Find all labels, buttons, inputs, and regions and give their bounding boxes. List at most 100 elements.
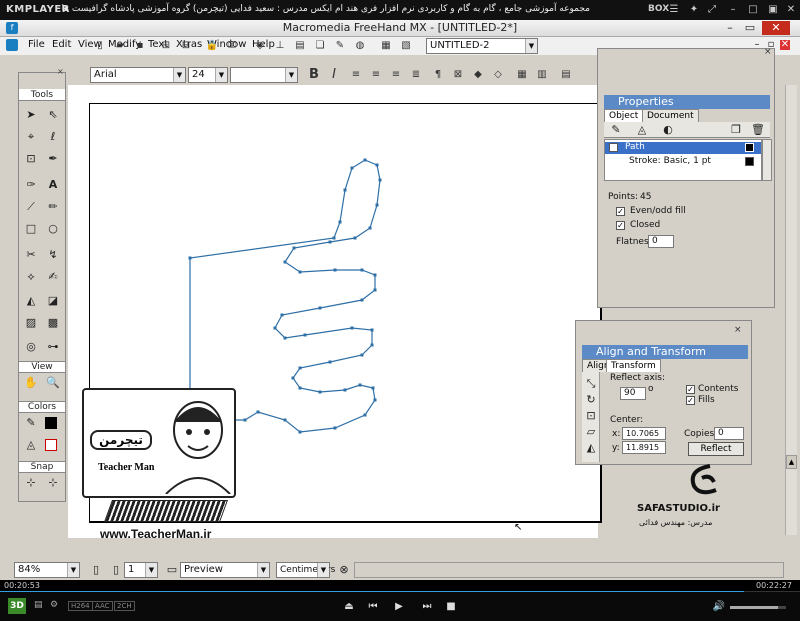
closed-label: Closed — [630, 220, 661, 230]
x-label: x: — [612, 429, 621, 439]
eject-icon[interactable]: ⏏ — [342, 600, 356, 614]
center-y-field[interactable]: 11.8915 — [622, 441, 666, 454]
degree-unit: o — [648, 384, 654, 394]
checkbox — [609, 143, 618, 152]
prev-page-icon[interactable]: ▯ — [88, 562, 104, 578]
volume-slider[interactable] — [730, 606, 786, 609]
path-point — [298, 366, 302, 370]
path-point — [358, 383, 362, 387]
page-number: 1 — [128, 564, 135, 575]
teacherman-site: www.TeacherMan.ir — [100, 527, 212, 541]
tab-document[interactable]: Document — [642, 109, 699, 122]
tab-object[interactable]: Object — [604, 109, 644, 122]
color-swatch — [745, 143, 754, 152]
tab-transform[interactable]: Transform — [606, 359, 661, 372]
codec-2ch: 2CH — [114, 601, 135, 611]
path-point — [283, 260, 287, 264]
skew-icon[interactable]: ▱ — [583, 424, 599, 440]
play-icon[interactable]: ▶ — [392, 600, 406, 614]
mouse-cursor-icon: ↖ — [514, 522, 523, 533]
path-point — [338, 220, 342, 224]
previous-icon[interactable]: ⏮ — [366, 600, 380, 614]
scroll-thumb[interactable]: ▲ — [786, 455, 797, 469]
path-point — [363, 158, 367, 162]
keyboard-graphic — [103, 500, 229, 522]
safastudio-teacher: مدرس: مهندس فدائی — [639, 518, 713, 527]
fills-label: Fills — [698, 395, 715, 405]
logo-english-text: Teacher Man — [98, 462, 155, 473]
playlist-icon[interactable]: ▤ — [34, 600, 43, 610]
points-value: 45 — [640, 192, 652, 202]
path-point — [318, 306, 322, 310]
reflect-button[interactable]: Reflect — [688, 442, 744, 456]
chevron-down-icon: ▼ — [145, 563, 157, 577]
path-point — [343, 188, 347, 192]
trash-icon[interactable]: 🗑 — [750, 122, 766, 138]
volume-level — [730, 606, 778, 609]
add-stroke-icon[interactable]: ✎ — [608, 122, 624, 138]
list-scrollbar[interactable] — [762, 139, 772, 181]
contents-checkbox[interactable]: ✓ — [686, 385, 695, 394]
rotate-icon[interactable]: ↻ — [583, 392, 599, 408]
time-elapsed: 00:20:53 — [4, 581, 40, 590]
path-point — [343, 388, 347, 392]
path-point — [283, 418, 287, 422]
chevron-down-icon: ▼ — [317, 563, 329, 577]
path-point — [373, 273, 377, 277]
reflect-axis-field[interactable]: 90 — [620, 387, 646, 400]
properties-panel: × Properties Object Document ✎ ◬ ◐ ❐ 🗑 P… — [597, 47, 775, 308]
view-mode-select[interactable]: Preview ▼ — [180, 562, 270, 578]
path-point — [292, 246, 296, 250]
panel-close-icon[interactable]: × — [764, 47, 772, 57]
path-point — [370, 343, 374, 347]
teacher-logo: تیچرمن Teacher Man — [82, 388, 236, 498]
units-select[interactable]: Centimeters ▼ — [276, 562, 335, 578]
codec-aac: AAC — [92, 601, 113, 611]
center-x-field[interactable]: 10.7065 — [622, 427, 666, 440]
path-point — [298, 386, 302, 390]
page-icon[interactable]: ▯ — [108, 562, 124, 578]
panel-close-icon[interactable]: × — [734, 325, 742, 335]
codec-h264: H264 — [68, 601, 93, 611]
copies-field[interactable]: 0 — [714, 427, 744, 440]
zoom-select[interactable]: 84% ▼ — [14, 562, 80, 578]
evenodd-label: Even/odd fill — [630, 206, 686, 216]
path-point — [350, 166, 354, 170]
scale-icon[interactable]: ⊡ — [583, 408, 599, 424]
3d-badge[interactable]: 3D — [8, 598, 26, 614]
reflect-icon[interactable]: ◭ — [583, 440, 599, 456]
cancel-icon[interactable]: ⊗ — [336, 562, 352, 578]
fills-checkbox[interactable]: ✓ — [686, 396, 695, 405]
path-point — [373, 398, 377, 402]
list-item-stroke[interactable]: Stroke: Basic, 1 pt — [605, 156, 761, 168]
path-point — [371, 386, 375, 390]
path-point — [360, 353, 364, 357]
path-point — [318, 390, 322, 394]
path-point — [328, 360, 332, 364]
list-item-path[interactable]: Path — [605, 142, 761, 154]
volume-icon[interactable]: 🔊 — [712, 600, 726, 614]
status-bar: 84% ▼ ▯ ▯ 1 ▼ ▭ Preview ▼ Centimeters ▼ ⊗ — [0, 538, 800, 580]
view-mode: Preview — [184, 564, 223, 575]
chevron-down-icon: ▼ — [67, 563, 79, 577]
closed-checkbox[interactable]: ✓ — [616, 221, 625, 230]
path-point — [283, 336, 287, 340]
path-point — [188, 256, 192, 260]
add-effect-icon[interactable]: ◐ — [660, 122, 676, 138]
add-fill-icon[interactable]: ◬ — [634, 122, 650, 138]
settings-icon[interactable]: ⚙ — [50, 600, 58, 610]
path-point — [328, 240, 332, 244]
evenodd-checkbox[interactable]: ✓ — [616, 207, 625, 216]
properties-title: Properties — [604, 95, 770, 109]
move-icon[interactable]: ⤡ — [583, 376, 599, 392]
stop-icon[interactable]: ■ — [444, 600, 458, 614]
path-point — [298, 270, 302, 274]
path-point — [373, 288, 377, 292]
vertical-scrollbar[interactable]: ▲ — [785, 85, 797, 535]
page-select[interactable]: 1 ▼ — [124, 562, 158, 578]
flatness-field[interactable]: 0 — [648, 235, 674, 248]
next-icon[interactable]: ⏭ — [420, 600, 434, 614]
path-point — [298, 430, 302, 434]
duplicate-icon[interactable]: ❐ — [728, 122, 744, 138]
next-page-icon[interactable]: ▭ — [164, 562, 180, 578]
